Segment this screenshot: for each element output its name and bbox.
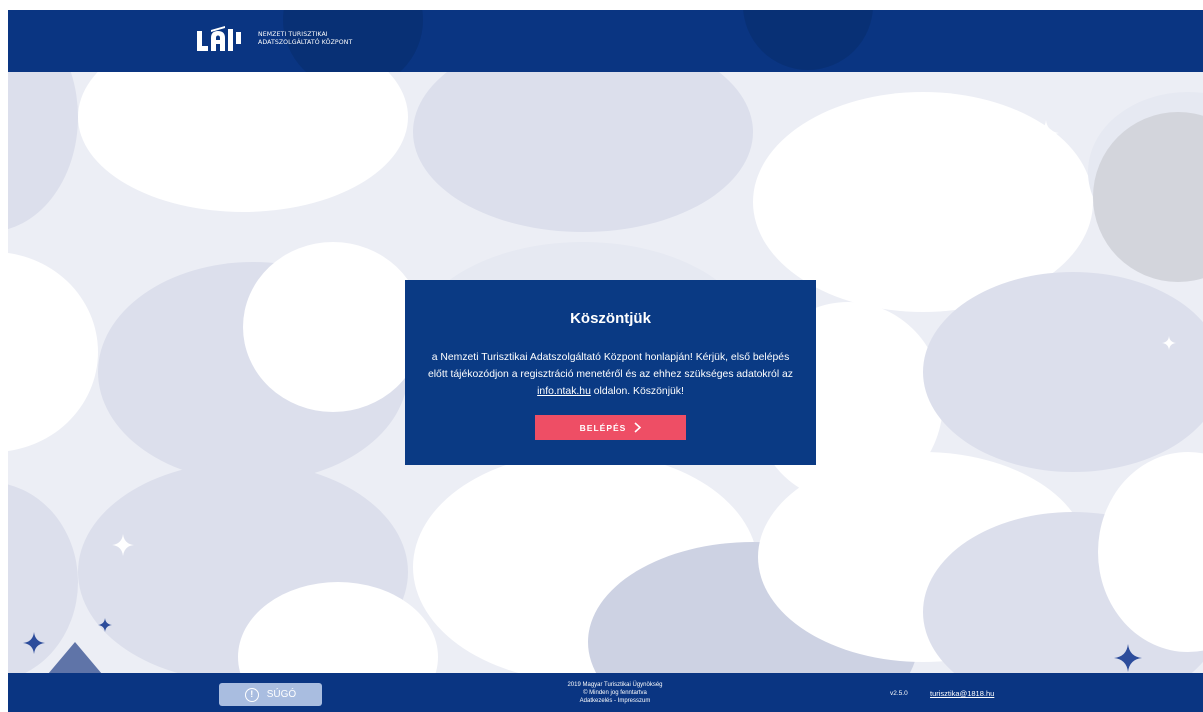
logo-line-1: NEMZETI TURISZTIKAI (258, 31, 328, 38)
sparkle-icon (23, 632, 45, 654)
app-frame: NEMZETI TURISZTIKAI ADATSZOLGÁLTATÓ KÖZP… (8, 10, 1203, 712)
ntak-logo-icon (197, 26, 241, 51)
help-button-label: SÚGÓ (266, 689, 297, 700)
help-button[interactable]: ! SÚGÓ (219, 683, 322, 706)
sparkle-icon (1033, 120, 1059, 146)
bg-circle (413, 72, 753, 232)
footer-links: Adatkezelés - Impresszum (515, 697, 715, 705)
welcome-text-part: oldalon. Köszönjük! (590, 386, 684, 397)
sparkle-icon (112, 534, 134, 556)
bg-circle (923, 272, 1203, 472)
bg-circle (78, 72, 408, 212)
sparkle-icon (1114, 644, 1142, 672)
copyright-line-1: 2019 Magyar Turisztikai Ügynökség (567, 682, 663, 688)
login-button[interactable]: BELÉPÉS (535, 415, 686, 440)
sparkle-icon (968, 184, 982, 198)
bg-circle (243, 242, 423, 412)
info-circle-icon: ! (244, 687, 259, 702)
sparkle-icon (98, 618, 112, 632)
footer-copyright: 2019 Magyar Turisztikai Ügynökség © Mind… (515, 681, 715, 705)
bg-circle (8, 72, 78, 232)
sparkle-icon (1162, 336, 1176, 350)
email-link[interactable]: turisztika@1818.hu (930, 689, 994, 698)
imprint-link[interactable]: Impresszum (618, 698, 651, 704)
chevron-right-icon (634, 422, 642, 433)
welcome-card: Köszöntjük a Nemzeti Turisztikai Adatszo… (405, 280, 816, 465)
bg-circle (8, 252, 98, 452)
footer: ! SÚGÓ 2019 Magyar Turisztikai Ügynökség… (8, 673, 1203, 712)
copyright-line-2: © Minden jog fenntartva (583, 690, 647, 696)
welcome-text-part: a Nemzeti Turisztikai Adatszolgáltató Kö… (427, 352, 794, 380)
login-button-label: BELÉPÉS (579, 422, 627, 433)
logo-line-2: ADATSZOLGÁLTATÓ KÖZPONT (258, 39, 353, 46)
info-link[interactable]: info.ntak.hu (537, 386, 591, 397)
welcome-title: Köszöntjük (570, 310, 651, 327)
header: NEMZETI TURISZTIKAI ADATSZOLGÁLTATÓ KÖZP… (8, 10, 1203, 72)
welcome-text: a Nemzeti Turisztikai Adatszolgáltató Kö… (421, 349, 801, 400)
triangle-decor (48, 642, 102, 673)
version-label: v2.5.0 (890, 690, 908, 697)
header-decor (743, 10, 873, 70)
ntak-logo[interactable]: NEMZETI TURISZTIKAI ADATSZOLGÁLTATÓ KÖZP… (195, 24, 352, 54)
privacy-policy-link[interactable]: Adatkezelés (580, 698, 613, 704)
logo-text: NEMZETI TURISZTIKAI ADATSZOLGÁLTATÓ KÖZP… (258, 31, 352, 47)
